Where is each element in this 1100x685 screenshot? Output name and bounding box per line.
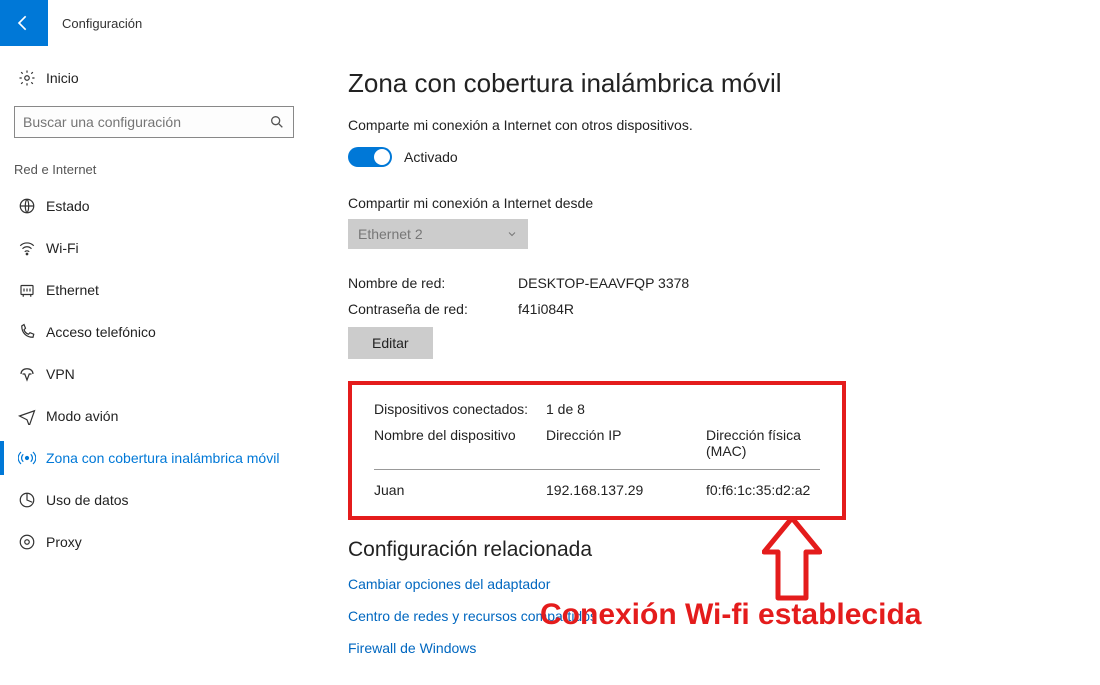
devices-connected-label: Dispositivos conectados: bbox=[374, 401, 546, 417]
window-title: Configuración bbox=[62, 16, 142, 31]
share-from-label: Compartir mi conexión a Internet desde bbox=[348, 195, 1060, 211]
devices-col-mac: Dirección física (MAC) bbox=[706, 427, 820, 459]
globe-icon bbox=[18, 197, 46, 215]
airplane-icon bbox=[18, 407, 46, 425]
sidebar-item-label: Wi-Fi bbox=[46, 240, 79, 256]
search-input-wrap[interactable] bbox=[14, 106, 294, 138]
sidebar-item-label: Uso de datos bbox=[46, 492, 129, 508]
sidebar-item-hotspot[interactable]: Zona con cobertura inalámbrica móvil bbox=[0, 437, 308, 479]
link-windows-firewall[interactable]: Firewall de Windows bbox=[348, 640, 476, 656]
sidebar-item-label: Estado bbox=[46, 198, 90, 214]
sidebar-item-ethernet[interactable]: Ethernet bbox=[0, 269, 308, 311]
vpn-icon bbox=[18, 365, 46, 383]
sidebar-item-data-usage[interactable]: Uso de datos bbox=[0, 479, 308, 521]
edit-button[interactable]: Editar bbox=[348, 327, 433, 359]
sidebar-item-label: Proxy bbox=[46, 534, 82, 550]
link-adapter-options[interactable]: Cambiar opciones del adaptador bbox=[348, 576, 550, 592]
share-from-value: Ethernet 2 bbox=[358, 226, 423, 242]
devices-table: Nombre del dispositivo Dirección IP Dire… bbox=[374, 427, 820, 498]
sidebar: Inicio Red e Internet Estado Wi-Fi Ether… bbox=[0, 46, 308, 685]
share-description: Comparte mi conexión a Internet con otro… bbox=[348, 117, 1060, 133]
edit-button-label: Editar bbox=[372, 335, 409, 351]
sidebar-section-label: Red e Internet bbox=[0, 138, 308, 185]
related-title: Configuración relacionada bbox=[348, 538, 1060, 562]
search-input[interactable] bbox=[23, 114, 269, 130]
arrow-left-icon bbox=[14, 13, 34, 33]
sidebar-item-estado[interactable]: Estado bbox=[0, 185, 308, 227]
sidebar-item-vpn[interactable]: VPN bbox=[0, 353, 308, 395]
sidebar-item-wifi[interactable]: Wi-Fi bbox=[0, 227, 308, 269]
sidebar-item-dialup[interactable]: Acceso telefónico bbox=[0, 311, 308, 353]
network-name-value: DESKTOP-EAAVFQP 3378 bbox=[518, 275, 689, 291]
proxy-icon bbox=[18, 533, 46, 551]
phone-icon bbox=[18, 323, 46, 341]
device-mac: f0:f6:1c:35:d2:a2 bbox=[706, 482, 820, 498]
sidebar-item-label: Modo avión bbox=[46, 408, 118, 424]
toggle-label: Activado bbox=[404, 149, 458, 165]
gear-icon bbox=[18, 69, 46, 87]
connected-devices-box: Dispositivos conectados: 1 de 8 Nombre d… bbox=[348, 381, 846, 520]
data-usage-icon bbox=[18, 491, 46, 509]
network-name-label: Nombre de red: bbox=[348, 275, 518, 291]
page-title: Zona con cobertura inalámbrica móvil bbox=[348, 68, 1060, 99]
sidebar-item-label: Acceso telefónico bbox=[46, 324, 156, 340]
devices-connected-count: 1 de 8 bbox=[546, 401, 585, 417]
devices-col-name: Nombre del dispositivo bbox=[374, 427, 546, 459]
hotspot-toggle[interactable] bbox=[348, 147, 392, 167]
sidebar-home-label: Inicio bbox=[46, 70, 79, 86]
sidebar-item-label: VPN bbox=[46, 366, 75, 382]
share-from-dropdown[interactable]: Ethernet 2 bbox=[348, 219, 528, 249]
sidebar-home[interactable]: Inicio bbox=[0, 60, 308, 96]
device-ip: 192.168.137.29 bbox=[546, 482, 706, 498]
ethernet-icon bbox=[18, 281, 46, 299]
device-name: Juan bbox=[374, 482, 546, 498]
hotspot-icon bbox=[18, 449, 46, 467]
table-row: Juan 192.168.137.29 f0:f6:1c:35:d2:a2 bbox=[374, 470, 820, 498]
search-icon bbox=[269, 114, 285, 130]
back-button[interactable] bbox=[0, 0, 48, 46]
toggle-knob bbox=[374, 149, 390, 165]
sidebar-item-proxy[interactable]: Proxy bbox=[0, 521, 308, 563]
sidebar-item-airplane[interactable]: Modo avión bbox=[0, 395, 308, 437]
sidebar-item-label: Zona con cobertura inalámbrica móvil bbox=[46, 450, 279, 466]
chevron-down-icon bbox=[506, 228, 518, 240]
wifi-icon bbox=[18, 239, 46, 257]
link-network-center[interactable]: Centro de redes y recursos compartidos bbox=[348, 608, 597, 624]
content-area: Zona con cobertura inalámbrica móvil Com… bbox=[308, 46, 1100, 685]
sidebar-item-label: Ethernet bbox=[46, 282, 99, 298]
network-password-label: Contraseña de red: bbox=[348, 301, 518, 317]
network-password-value: f41i084R bbox=[518, 301, 574, 317]
window-header: Configuración bbox=[0, 0, 1100, 46]
devices-col-ip: Dirección IP bbox=[546, 427, 706, 459]
